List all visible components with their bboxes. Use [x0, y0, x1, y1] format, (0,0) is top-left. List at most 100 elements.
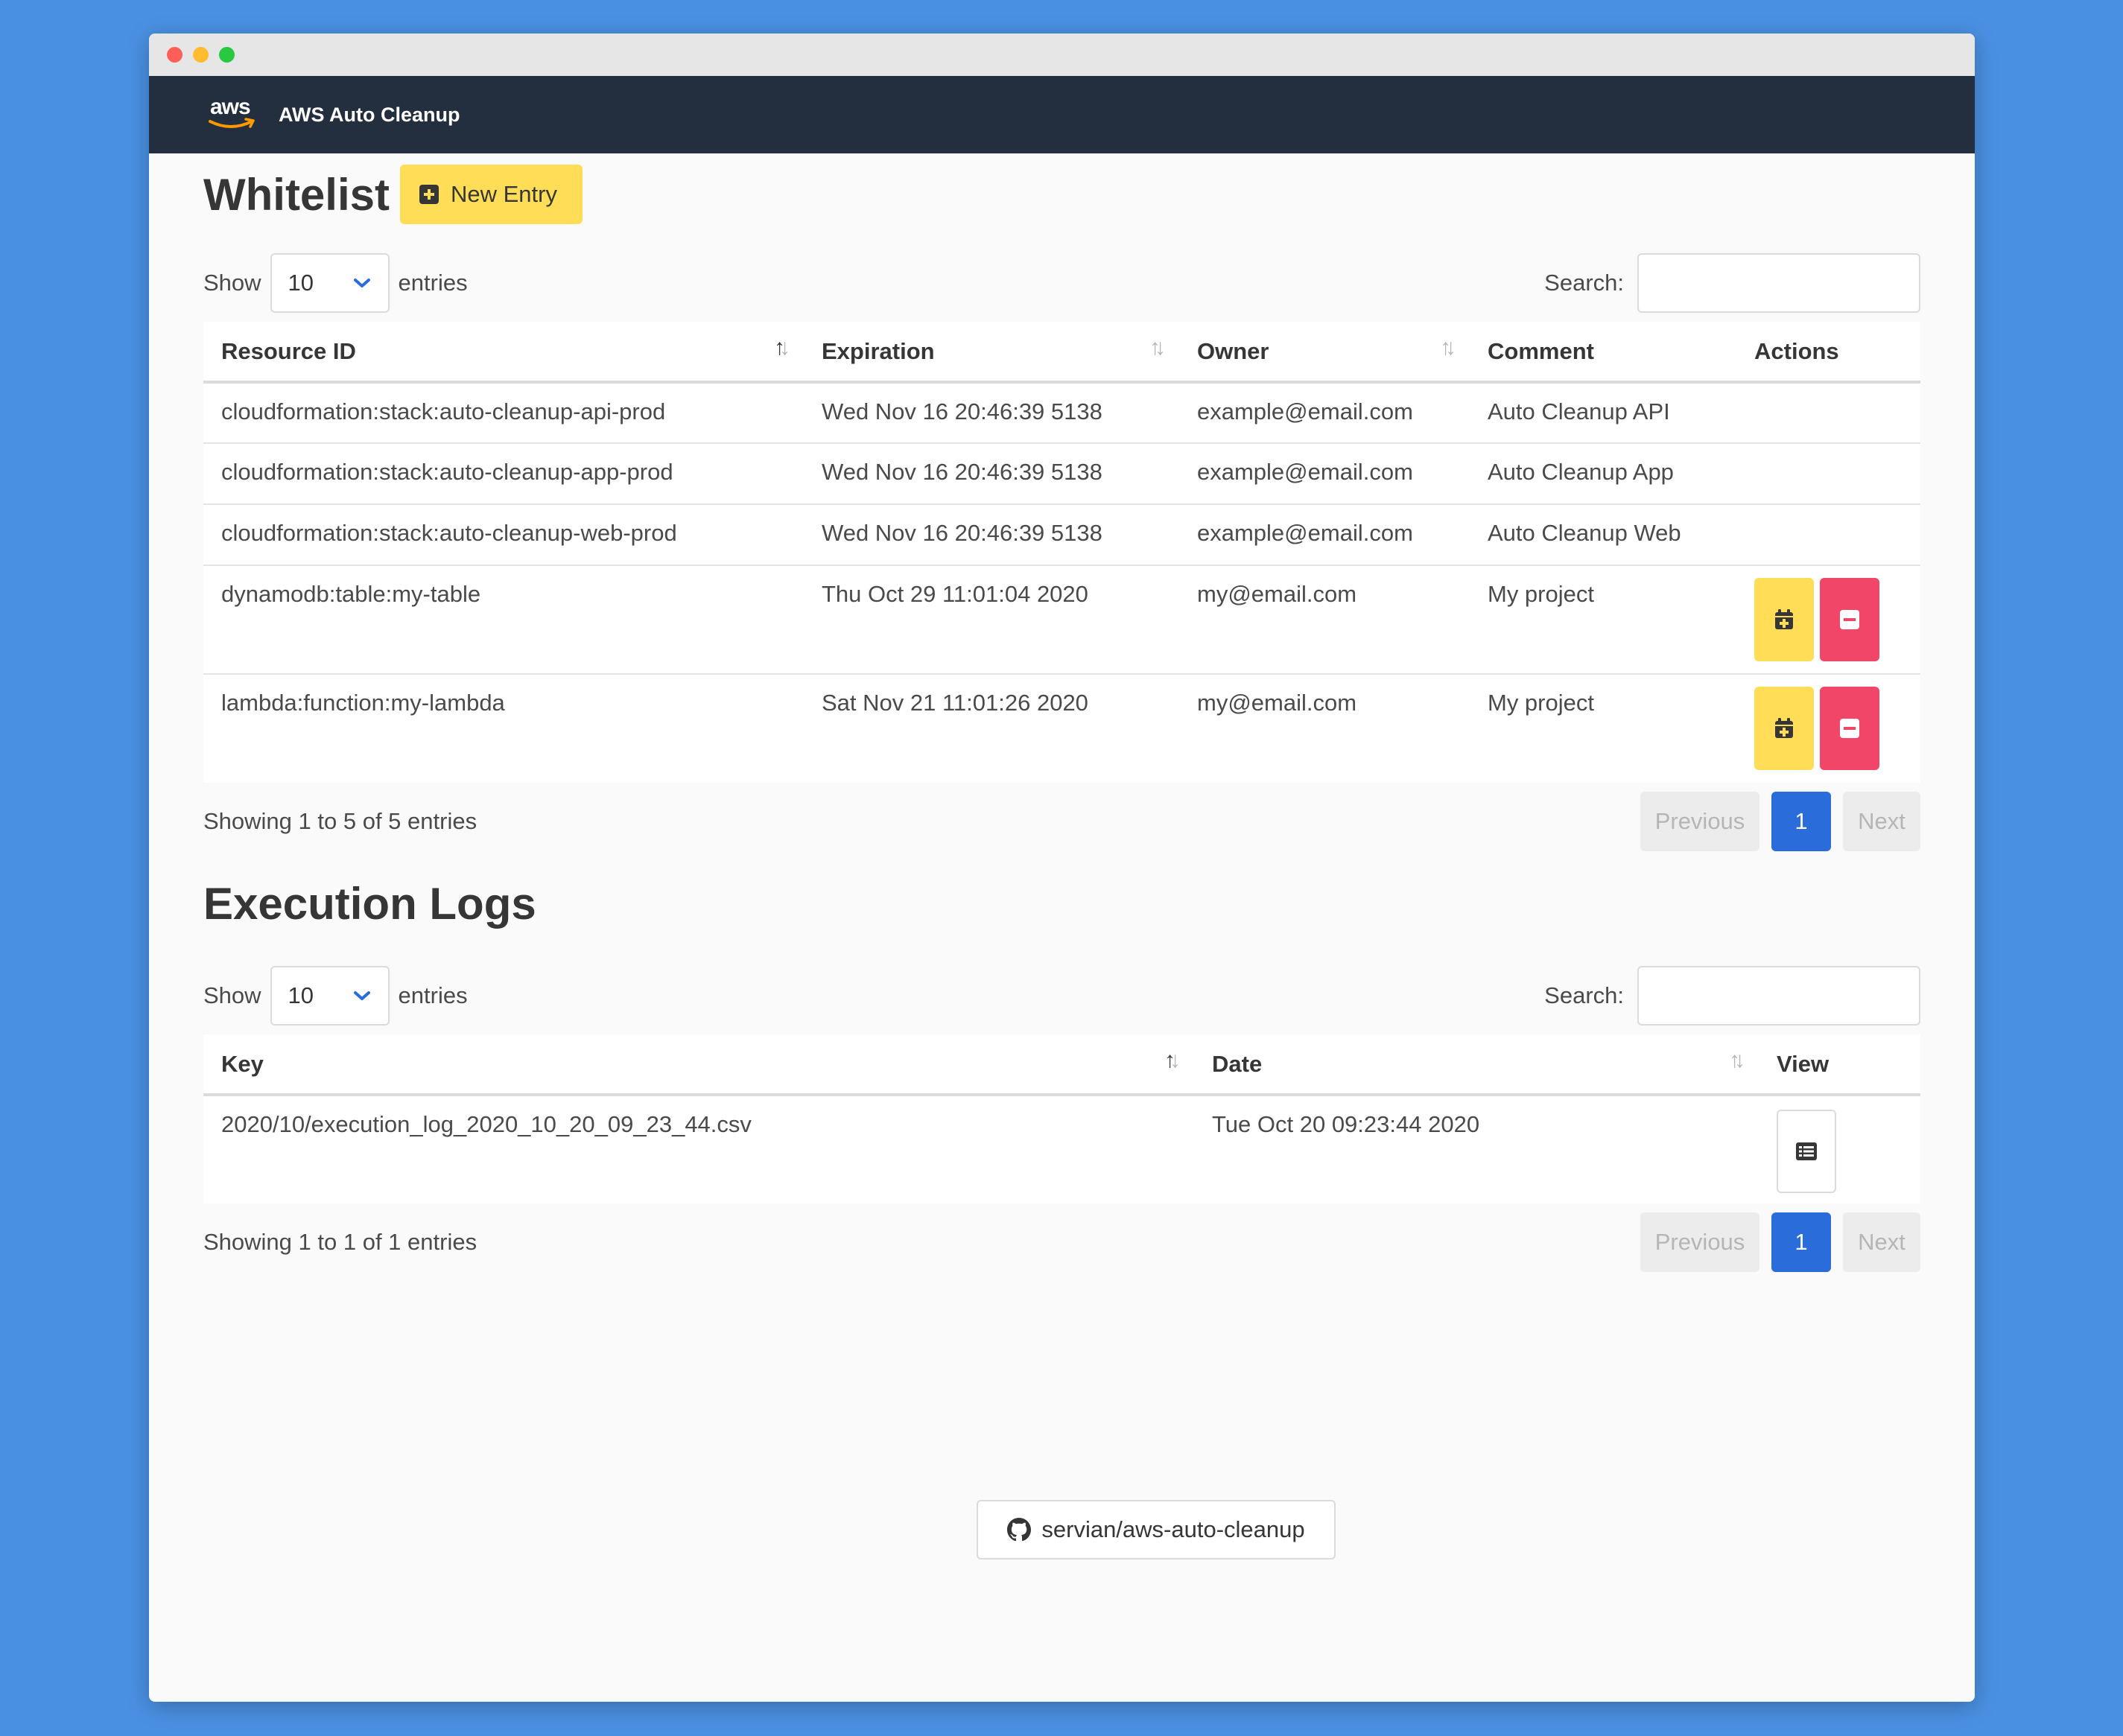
- logs-pagination: Previous 1 Next: [1640, 1212, 1920, 1272]
- whitelist-table: Resource ID ↑↓ Expiration ↑↓ Owner ↑↓ Co…: [203, 322, 1920, 783]
- column-header-date[interactable]: Date ↑↓: [1194, 1034, 1759, 1096]
- row-actions: [1754, 578, 1903, 661]
- cell-owner: my@email.com: [1197, 690, 1357, 716]
- next-page-button[interactable]: Next: [1843, 1212, 1920, 1272]
- github-label: servian/aws-auto-cleanup: [1041, 1516, 1305, 1542]
- table-header-row: Resource ID ↑↓ Expiration ↑↓ Owner ↑↓ Co…: [203, 322, 1920, 384]
- cell-actions: [1736, 674, 1920, 783]
- cell-key: 2020/10/execution_log_2020_10_20_09_23_4…: [221, 1111, 752, 1137]
- previous-page-button[interactable]: Previous: [1640, 1212, 1759, 1272]
- page-size-value: 10: [288, 982, 314, 1008]
- whitelist-controls: Show 10 entries Search:: [203, 253, 1920, 313]
- close-window-dot[interactable]: [167, 47, 183, 63]
- app-title[interactable]: AWS Auto Cleanup: [279, 104, 460, 127]
- logs-search-input[interactable]: [1637, 966, 1920, 1026]
- page-1-button[interactable]: 1: [1771, 1212, 1831, 1272]
- maximize-window-dot[interactable]: [219, 47, 235, 63]
- cell-expiration: Wed Nov 16 20:46:39 5138: [804, 443, 1179, 505]
- calendar-plus-icon: [1775, 609, 1793, 629]
- table-header-row: Key ↑↓ Date ↑↓ View: [203, 1034, 1920, 1096]
- next-page-button[interactable]: Next: [1843, 792, 1920, 851]
- new-entry-button[interactable]: New Entry: [400, 165, 583, 224]
- chevron-down-icon: [353, 279, 370, 287]
- logs-controls: Show 10 entries Search:: [203, 966, 1920, 1026]
- column-header-resource-id[interactable]: Resource ID ↑↓: [203, 322, 804, 384]
- whitelist-search-input[interactable]: [1637, 253, 1920, 313]
- cell-owner: example@email.com: [1179, 504, 1470, 566]
- cell-comment: My project: [1470, 565, 1736, 675]
- delete-entry-button[interactable]: [1820, 687, 1879, 770]
- extend-expiration-button[interactable]: [1754, 687, 1814, 770]
- new-entry-label: New Entry: [451, 181, 557, 207]
- previous-page-button[interactable]: Previous: [1640, 792, 1759, 851]
- delete-entry-button[interactable]: [1820, 578, 1879, 661]
- cell-expiration: Thu Oct 29 11:01:04 2020: [804, 565, 1179, 675]
- row-actions: [1754, 687, 1903, 770]
- github-icon: [1007, 1518, 1032, 1542]
- column-header-owner[interactable]: Owner ↑↓: [1179, 322, 1470, 384]
- whitelist-info: Showing 1 to 5 of 5 entries: [203, 808, 477, 834]
- calendar-plus-icon: [1775, 718, 1793, 738]
- logs-page-size-select[interactable]: 10: [270, 966, 390, 1026]
- sort-ascending-icon: ↑↓: [1164, 1048, 1181, 1072]
- cell-resource-id: cloudformation:stack:auto-cleanup-app-pr…: [203, 443, 804, 505]
- table-row: cloudformation:stack:auto-cleanup-app-pr…: [203, 443, 1920, 505]
- logs-length-control: Show 10 entries: [203, 966, 468, 1026]
- column-label: Expiration: [822, 337, 935, 364]
- logs-info: Showing 1 to 1 of 1 entries: [203, 1229, 477, 1255]
- whitelist-page-size-select[interactable]: 10: [270, 253, 390, 313]
- sort-icon: ↑↓: [1729, 1048, 1745, 1072]
- column-label: Key: [221, 1050, 264, 1077]
- cell-expiration: Wed Nov 16 20:46:39 5138: [804, 382, 1179, 444]
- cell-expiration: Sat Nov 21 11:01:26 2020: [822, 690, 1088, 716]
- table-row: cloudformation:stack:auto-cleanup-api-pr…: [203, 382, 1920, 444]
- aws-logo[interactable]: aws: [209, 95, 256, 133]
- cell-actions: [1736, 443, 1920, 505]
- column-header-expiration[interactable]: Expiration ↑↓: [804, 322, 1179, 384]
- show-label: Show: [203, 270, 261, 296]
- cell-resource-id: cloudformation:stack:auto-cleanup-web-pr…: [203, 504, 804, 566]
- whitelist-search: Search:: [1544, 253, 1920, 313]
- logs-header: Execution Logs: [203, 874, 1920, 933]
- column-label: Actions: [1754, 337, 1839, 364]
- aws-smile-icon: [209, 118, 255, 128]
- whitelist-table-footer: Showing 1 to 5 of 5 entries Previous 1 N…: [203, 792, 1920, 851]
- whitelist-header: Whitelist New Entry: [203, 153, 1920, 235]
- column-header-comment: Comment: [1470, 322, 1736, 384]
- extend-expiration-button[interactable]: [1754, 578, 1814, 661]
- show-label: Show: [203, 982, 261, 1008]
- chevron-down-icon: [353, 991, 370, 1000]
- cell-owner: example@email.com: [1179, 443, 1470, 505]
- column-label: Resource ID: [221, 337, 356, 364]
- column-header-key[interactable]: Key ↑↓: [203, 1034, 1194, 1096]
- logs-table-footer: Showing 1 to 1 of 1 entries Previous 1 N…: [203, 1212, 1920, 1272]
- column-label: Comment: [1488, 337, 1594, 364]
- column-label: Owner: [1197, 337, 1269, 364]
- page-1-button[interactable]: 1: [1771, 792, 1831, 851]
- github-repo-button[interactable]: servian/aws-auto-cleanup: [977, 1500, 1336, 1559]
- entries-label: entries: [398, 270, 468, 296]
- cell-view: [1759, 1095, 1920, 1204]
- top-navbar: aws AWS Auto Cleanup: [149, 76, 1975, 153]
- aws-logo-text: aws: [210, 95, 251, 119]
- cell-resource-id: dynamodb:table:my-table: [203, 565, 804, 675]
- main-content: Whitelist New Entry Show 10 entries Sear…: [203, 153, 1920, 1272]
- logs-table: Key ↑↓ Date ↑↓ View 2020/10/execution_lo…: [203, 1034, 1920, 1204]
- view-log-button[interactable]: [1777, 1110, 1836, 1193]
- list-icon: [1796, 1142, 1817, 1160]
- logs-title: Execution Logs: [203, 878, 536, 929]
- entries-label: entries: [398, 982, 468, 1008]
- table-row: dynamodb:table:my-table Thu Oct 29 11:01…: [203, 565, 1920, 675]
- browser-window: aws AWS Auto Cleanup Whitelist New Entry…: [149, 34, 1975, 1702]
- search-label: Search:: [1544, 270, 1624, 296]
- logs-search: Search:: [1544, 966, 1920, 1026]
- column-label: View: [1777, 1050, 1830, 1077]
- minus-square-icon: [1840, 610, 1859, 629]
- cell-resource-id: cloudformation:stack:auto-cleanup-api-pr…: [203, 382, 804, 444]
- sort-icon: ↑↓: [1149, 335, 1166, 360]
- cell-actions: [1736, 382, 1920, 444]
- cell-comment: Auto Cleanup App: [1470, 443, 1736, 505]
- cell-comment: Auto Cleanup API: [1470, 382, 1736, 444]
- minimize-window-dot[interactable]: [193, 47, 209, 63]
- whitelist-pagination: Previous 1 Next: [1640, 792, 1920, 851]
